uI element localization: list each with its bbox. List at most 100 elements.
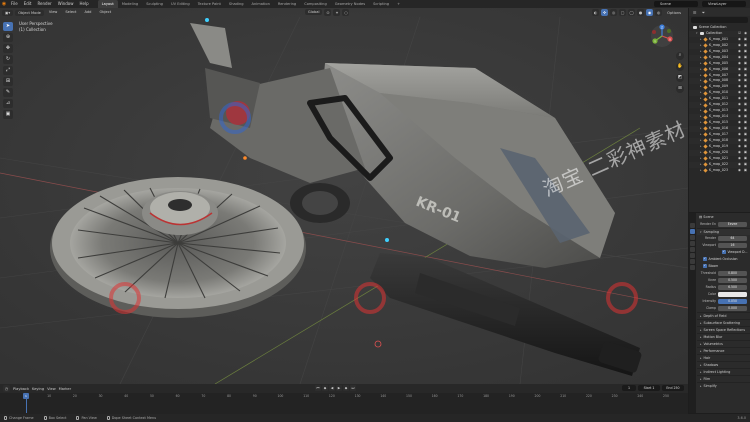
threshold-field[interactable]: 0.800 bbox=[718, 270, 747, 276]
solid-shading-icon[interactable]: ● bbox=[637, 9, 645, 16]
proportional-edit-icon[interactable]: ○ bbox=[342, 9, 350, 16]
jump-start-icon[interactable]: ⏮ bbox=[315, 385, 321, 391]
property-panel-header[interactable]: ▸ Motion Blur bbox=[697, 333, 750, 340]
workspace-tab-geometry-nodes[interactable]: Geometry Nodes bbox=[331, 0, 369, 8]
zoom-icon[interactable]: ⌕ bbox=[676, 52, 684, 60]
clamp-field[interactable]: 0.000 bbox=[718, 305, 747, 311]
visibility-eye-icon[interactable]: ◉ ▣ bbox=[738, 168, 748, 174]
property-panel-header[interactable]: ▸ Volumetrics bbox=[697, 340, 750, 347]
options-button[interactable]: Options bbox=[664, 9, 684, 18]
render-tab-icon[interactable] bbox=[690, 229, 695, 234]
menu-help[interactable]: Help bbox=[76, 0, 91, 8]
start-frame-field[interactable]: Start 1 bbox=[638, 385, 660, 391]
viewport-menu-view[interactable]: View bbox=[46, 8, 61, 17]
workspace-tab-animation[interactable]: Animation bbox=[248, 0, 274, 8]
outliner-item[interactable]: ▸ K_map_023 ◉ ▣ bbox=[689, 168, 750, 174]
add-cube-tool-icon[interactable]: ▣ bbox=[3, 110, 13, 119]
jump-keyframe-back-icon[interactable]: ◆ bbox=[322, 385, 328, 391]
knee-field[interactable]: 0.500 bbox=[718, 277, 747, 283]
workspace-tab-shading[interactable]: Shading bbox=[225, 0, 248, 8]
jump-end-icon[interactable]: ⏭ bbox=[350, 385, 356, 391]
output-tab-icon[interactable] bbox=[690, 235, 695, 240]
viewport-menu-object[interactable]: Object bbox=[96, 8, 114, 17]
rotate-tool-icon[interactable]: ↻ bbox=[3, 55, 13, 64]
current-frame-field[interactable]: 1 bbox=[622, 385, 636, 391]
workspace-tab-modeling[interactable]: Modeling bbox=[118, 0, 142, 8]
viewport-menu-add[interactable]: Add bbox=[81, 8, 94, 17]
visibility-icon[interactable]: ◐ bbox=[592, 9, 600, 16]
property-panel-header[interactable]: ▸ Performance bbox=[697, 347, 750, 354]
workspace-tab-sculpting[interactable]: Sculpting bbox=[142, 0, 167, 8]
jump-keyframe-forward-icon[interactable]: ◆ bbox=[343, 385, 349, 391]
property-panel-header[interactable]: ▸ Hair bbox=[697, 354, 750, 361]
pivot-icon[interactable]: ⊙ bbox=[324, 9, 332, 16]
workspace-tab-layout[interactable]: Layout bbox=[97, 0, 118, 8]
timeline-menu-marker[interactable]: Marker bbox=[59, 387, 71, 391]
move-tool-icon[interactable]: ✥ bbox=[3, 44, 13, 53]
scene-selector[interactable]: Scene bbox=[654, 1, 698, 7]
texture-tab-icon[interactable] bbox=[690, 265, 695, 270]
3d-viewport[interactable]: KR-01 ▣▾ Object Mode View Select Add Obj… bbox=[0, 8, 688, 384]
transform-orientation-selector[interactable]: Global bbox=[305, 9, 323, 15]
grid-perspective-icon[interactable]: ⊞ bbox=[676, 85, 684, 93]
render-engine-dropdown[interactable]: Eevee bbox=[718, 221, 747, 227]
world-tab-icon[interactable] bbox=[690, 253, 695, 258]
filter-icon[interactable]: ⏷ bbox=[700, 8, 707, 16]
collection-tab-icon[interactable] bbox=[690, 259, 695, 264]
viewport-denoise-checkbox[interactable]: ✓ Viewport D... bbox=[697, 249, 750, 255]
timeline-menu-keying[interactable]: Keying bbox=[32, 387, 44, 391]
rendered-shading-icon[interactable]: ◍ bbox=[655, 9, 663, 16]
bloom-checkbox[interactable]: ✓ Bloom bbox=[697, 263, 750, 269]
outliner-search-input[interactable] bbox=[691, 17, 748, 23]
wireframe-shading-icon[interactable]: ◯ bbox=[628, 9, 636, 16]
radius-field[interactable]: 6.500 bbox=[718, 284, 747, 290]
workspace-tab-texture-paint[interactable]: Texture Paint bbox=[194, 0, 225, 8]
property-panel-header[interactable]: ▸ Indirect Lighting bbox=[697, 368, 750, 375]
scale-tool-icon[interactable]: ⤢ bbox=[3, 66, 13, 75]
render-samples-field[interactable]: 64 bbox=[718, 235, 747, 241]
property-panel-header[interactable]: ▸ Subsurface Scattering bbox=[697, 319, 750, 326]
ambient-occlusion-checkbox[interactable]: ✓ Ambient Occlusion bbox=[697, 256, 750, 262]
property-panel-header[interactable]: ▸ Shadows bbox=[697, 361, 750, 368]
select-tool-icon[interactable]: ➤ bbox=[3, 22, 13, 31]
property-panel-header[interactable]: ▸ Depth of Field bbox=[697, 312, 750, 319]
sampling-panel-header[interactable]: ▾ Sampling bbox=[697, 228, 750, 235]
measure-tool-icon[interactable]: ⊿ bbox=[3, 99, 13, 108]
workspace-tab-scripting[interactable]: Scripting bbox=[369, 0, 393, 8]
property-panel-header[interactable]: ▸ Simplify bbox=[697, 382, 750, 389]
menu-render[interactable]: Render bbox=[34, 0, 54, 8]
workspace-tab-rendering[interactable]: Rendering bbox=[274, 0, 300, 8]
menu-edit[interactable]: Edit bbox=[21, 0, 35, 8]
material-preview-icon[interactable]: ◉ bbox=[646, 9, 654, 16]
menu-file[interactable]: File bbox=[8, 0, 21, 8]
property-panel-header[interactable]: ▸ Screen Space Reflections bbox=[697, 326, 750, 333]
tool-tab-icon[interactable] bbox=[690, 223, 695, 228]
blender-logo-icon[interactable]: ◉ bbox=[0, 0, 8, 8]
navigation-gizmo[interactable]: Z X Y bbox=[650, 24, 674, 48]
frame-ruler[interactable]: 1102030405060708090100110120130140150160… bbox=[0, 393, 688, 400]
bloom-color-swatch[interactable] bbox=[718, 291, 747, 297]
play-icon[interactable]: ▶ bbox=[336, 385, 342, 391]
timeline-menu-playback[interactable]: Playback bbox=[13, 387, 29, 391]
timeline-editor-icon[interactable]: ◷ bbox=[3, 385, 10, 392]
cursor-tool-icon[interactable]: ⊕ bbox=[3, 33, 13, 42]
viewport-menu-select[interactable]: Select bbox=[62, 8, 79, 17]
transform-tool-icon[interactable]: ⊞ bbox=[3, 77, 13, 86]
timeline-menu-view[interactable]: View bbox=[47, 387, 56, 391]
snap-icon[interactable]: ⌖ bbox=[333, 9, 341, 16]
scene-tab-icon[interactable] bbox=[690, 247, 695, 252]
property-panel-header[interactable]: ▸ Film bbox=[697, 375, 750, 382]
gizmo-toggle-icon[interactable]: ✣ bbox=[601, 9, 609, 16]
overlay-icon[interactable]: ◎ bbox=[610, 9, 618, 16]
workspace-tab-uv-editing[interactable]: UV Editing bbox=[167, 0, 194, 8]
mode-selector[interactable]: Object Mode bbox=[15, 9, 44, 16]
end-frame-field[interactable]: End 250 bbox=[662, 385, 684, 391]
editor-type-button[interactable]: ▣▾ bbox=[2, 9, 14, 16]
annotate-tool-icon[interactable]: ✎ bbox=[3, 88, 13, 97]
add-workspace-button[interactable]: + bbox=[393, 0, 404, 8]
pan-hand-icon[interactable]: ✋ bbox=[676, 63, 684, 71]
xray-icon[interactable]: ▢ bbox=[619, 9, 627, 16]
workspace-tab-compositing[interactable]: Compositing bbox=[300, 0, 331, 8]
intensity-field[interactable]: 0.050 bbox=[718, 298, 747, 304]
viewport-samples-field[interactable]: 16 bbox=[718, 242, 747, 248]
